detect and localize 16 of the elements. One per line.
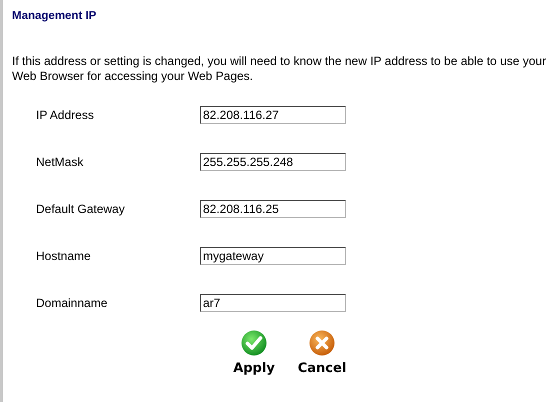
field-label: NetMask bbox=[35, 155, 84, 169]
input-field[interactable]: mygateway bbox=[200, 247, 346, 265]
input-field[interactable]: 82.208.116.25 bbox=[200, 200, 346, 218]
field-label: Default Gateway bbox=[35, 202, 126, 216]
field-label: IP Address bbox=[35, 108, 95, 122]
apply-button[interactable]: Apply bbox=[230, 330, 278, 376]
input-field[interactable]: 82.208.116.27 bbox=[200, 106, 346, 124]
intro-text: If this address or setting is changed, you will need to know the new IP address to be able to use your Web Browser for accessing your Web Pages. bbox=[12, 54, 548, 84]
section-title: Management IP bbox=[12, 10, 96, 22]
field-label: Domainname bbox=[35, 296, 108, 310]
checkmark-icon bbox=[241, 330, 267, 356]
close-icon bbox=[309, 330, 335, 356]
input-field[interactable]: ar7 bbox=[200, 294, 346, 312]
field-label: Hostname bbox=[35, 249, 92, 263]
input-field[interactable]: 255.255.255.248 bbox=[200, 153, 346, 171]
cancel-button[interactable]: Cancel bbox=[298, 330, 346, 376]
